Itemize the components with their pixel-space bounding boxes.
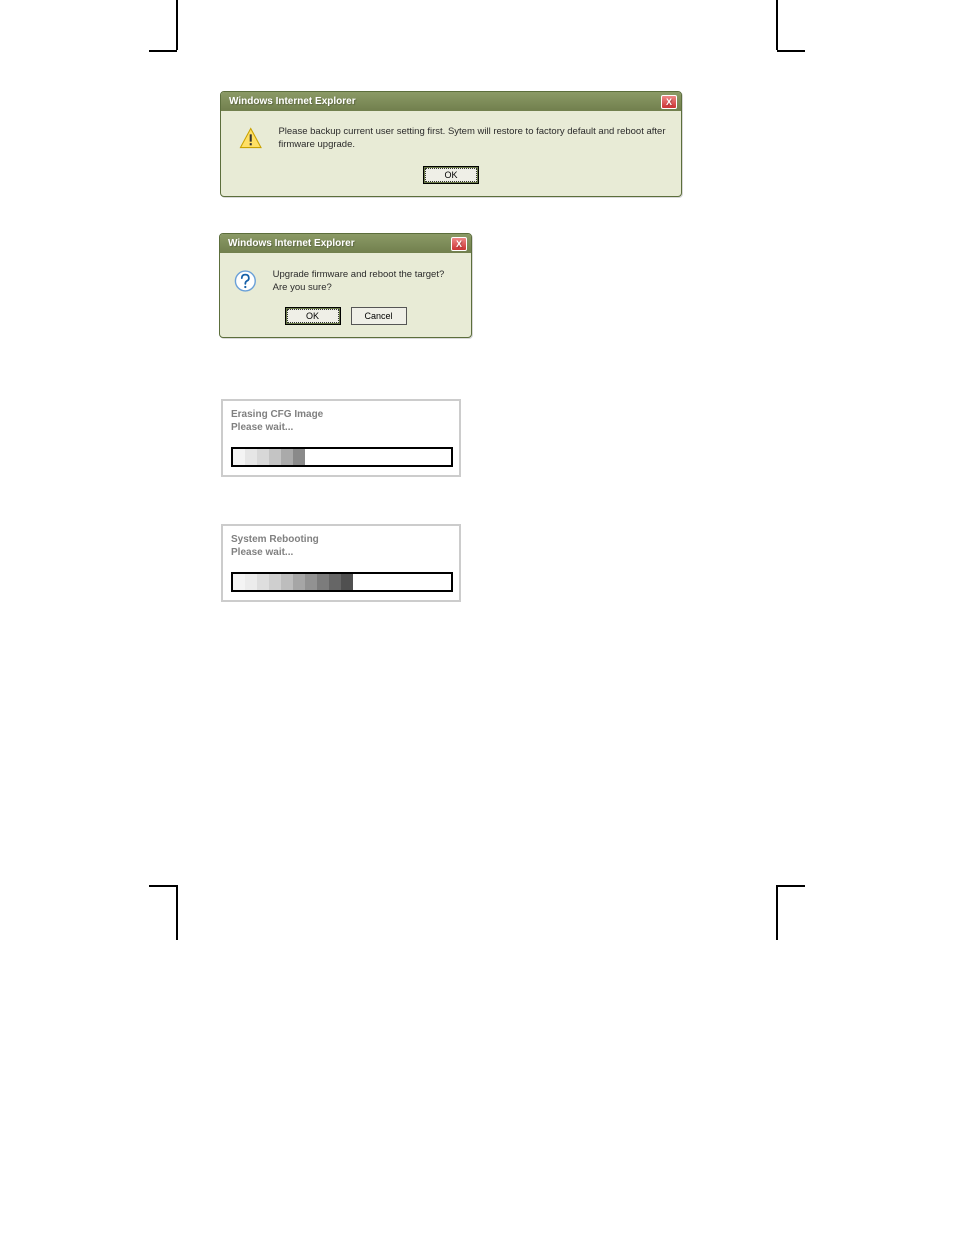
crop-mark [776, 885, 778, 940]
dialog-body: Upgrade firmware and reboot the target? … [220, 253, 471, 301]
panel-subtitle: Please wait... [231, 547, 451, 558]
progress-bar [231, 572, 453, 592]
question-icon [234, 267, 257, 295]
crop-mark [776, 0, 778, 50]
warning-icon [239, 125, 262, 151]
dialog-message: Please backup current user setting first… [278, 125, 669, 152]
dialog-body: Please backup current user setting first… [221, 111, 681, 160]
dialog-buttons: OK [221, 160, 681, 196]
panel-subtitle: Please wait... [231, 422, 451, 433]
progress-segment [245, 449, 257, 465]
close-icon: X [456, 239, 462, 249]
confirm-upgrade-dialog: Windows Internet Explorer X Upgrade firm… [219, 233, 472, 338]
progress-segment [293, 449, 305, 465]
crop-mark [176, 0, 178, 50]
progress-segment [269, 449, 281, 465]
ok-button[interactable]: OK [285, 307, 341, 325]
close-button[interactable]: X [451, 237, 467, 251]
dialog-titlebar[interactable]: Windows Internet Explorer X [221, 92, 681, 111]
dialog-titlebar[interactable]: Windows Internet Explorer X [220, 234, 471, 253]
progress-segment [233, 449, 245, 465]
progress-segment [305, 574, 317, 590]
panel-title: Erasing CFG Image [231, 409, 451, 420]
progress-segment [281, 449, 293, 465]
dialog-buttons: OK Cancel [220, 301, 471, 337]
dialog-title: Windows Internet Explorer [228, 238, 355, 249]
crop-mark [777, 885, 805, 887]
crop-mark [149, 885, 177, 887]
close-icon: X [666, 97, 672, 107]
erasing-cfg-panel: Erasing CFG Image Please wait... [221, 399, 461, 477]
progress-segment [269, 574, 281, 590]
progress-segment [293, 574, 305, 590]
crop-mark [176, 885, 178, 940]
progress-segment [245, 574, 257, 590]
progress-bar [231, 447, 453, 467]
progress-segment [281, 574, 293, 590]
progress-segment [233, 574, 245, 590]
close-button[interactable]: X [661, 95, 677, 109]
progress-segment [257, 574, 269, 590]
system-rebooting-panel: System Rebooting Please wait... [221, 524, 461, 602]
cancel-button[interactable]: Cancel [351, 307, 407, 325]
crop-mark [149, 50, 177, 52]
progress-segment [257, 449, 269, 465]
panel-title: System Rebooting [231, 534, 451, 545]
progress-segment [329, 574, 341, 590]
progress-segment [317, 574, 329, 590]
ok-button[interactable]: OK [423, 166, 479, 184]
crop-mark [777, 50, 805, 52]
progress-segment [341, 574, 353, 590]
dialog-message: Upgrade firmware and reboot the target? … [273, 268, 461, 295]
backup-warning-dialog: Windows Internet Explorer X Please backu… [220, 91, 682, 197]
dialog-title: Windows Internet Explorer [229, 96, 356, 107]
